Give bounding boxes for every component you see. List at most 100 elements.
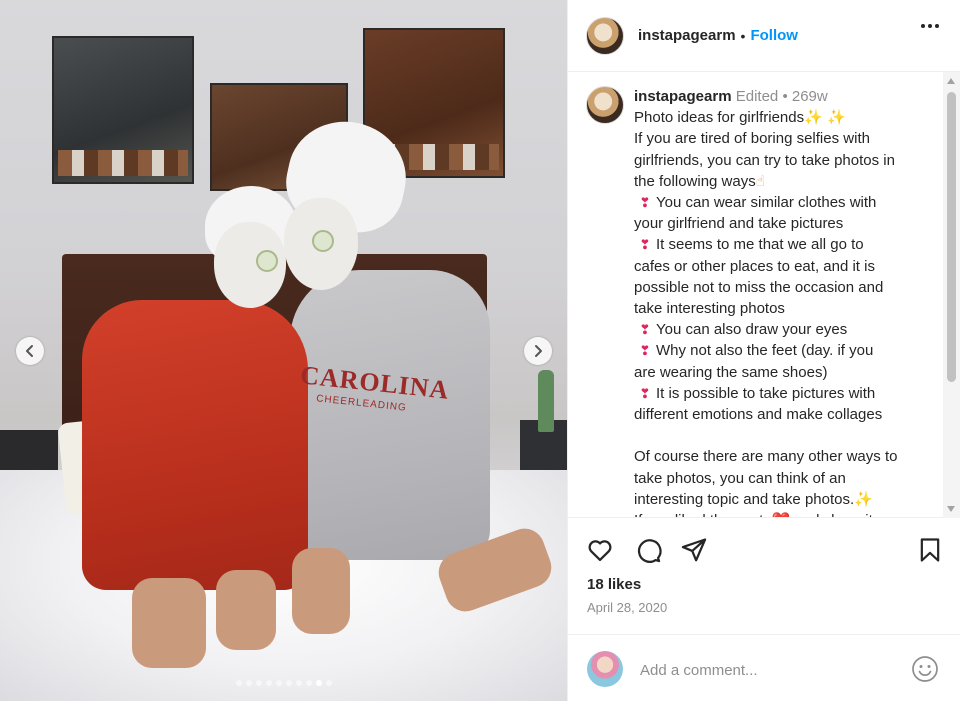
caption-text: cafes or other places to eat, and it is [634, 257, 875, 275]
carousel-dot [315, 680, 322, 686]
comment-input[interactable] [640, 657, 890, 683]
leg [132, 578, 206, 668]
scrollbar-thumb[interactable] [947, 92, 956, 382]
heart-exclamation-icon: ❣ [639, 237, 651, 253]
like-button[interactable] [586, 536, 616, 566]
scroll-down-arrow[interactable] [947, 506, 955, 512]
post-username[interactable]: instapagearm [638, 27, 736, 44]
caption-line: ❣ You can wear similar clothes with [634, 192, 934, 213]
caption-line: your girlfriend and take pictures [634, 213, 934, 234]
carousel-indicator [0, 680, 567, 686]
caption-line: the following ways☝ [634, 171, 934, 192]
post-header: instapagearm • Follow [568, 0, 960, 72]
caption-line [634, 425, 934, 446]
avatar[interactable] [586, 16, 624, 55]
carousel-dot [325, 680, 332, 686]
heart-icon [588, 540, 612, 562]
caption-text: It seems to me that we all go to [656, 236, 864, 254]
carousel-dot [295, 680, 302, 686]
smiley-icon [912, 656, 938, 682]
chevron-right-icon [535, 345, 542, 357]
bookmark-icon [920, 538, 940, 562]
carousel-dot [285, 680, 292, 686]
heart-exclamation-icon: ❣ [639, 322, 651, 338]
caption-text: possible not to miss the occasion and [634, 278, 884, 296]
sparkles-icon: ✨ [854, 490, 873, 508]
caption-line: take interesting photos [634, 298, 934, 319]
cucumber-slice [256, 250, 278, 272]
wall-painting [52, 36, 194, 184]
caption-meta: instapagearm Edited • 269w [634, 86, 934, 107]
caption-text: Why not also the feet (day. if you [656, 342, 874, 360]
caption-line: Of course there are many other ways to [634, 446, 934, 467]
caption-text: If you liked the post, ❤️ and share it [634, 512, 873, 517]
caption-line: are wearing the same shoes) [634, 362, 934, 383]
caption-line: Photo ideas for girlfriends✨ ✨ [634, 107, 934, 128]
cucumber-slice [312, 230, 334, 252]
carousel-dot [245, 680, 252, 686]
caption-line: different emotions and make collages [634, 404, 934, 425]
carousel-dot [235, 680, 242, 686]
carousel-prev-button[interactable] [16, 337, 44, 365]
caption-text: Photo ideas for girlfriends [634, 109, 805, 127]
grey-sweatshirt [290, 270, 490, 560]
heart-exclamation-icon: ❣ [639, 195, 651, 211]
caption-line: take photos, you can think of an [634, 468, 934, 489]
caption-line: possible not to miss the occasion and [634, 277, 934, 298]
edited-label: Edited [735, 88, 779, 105]
caption-line: ❣ It seems to me that we all go to [634, 234, 934, 255]
caption-text: take photos, you can think of an [634, 469, 846, 487]
more-options-button[interactable] [921, 24, 939, 28]
heart-exclamation-icon: ❣ [639, 343, 651, 359]
post-date: April 28, 2020 [587, 600, 668, 615]
save-button[interactable] [916, 536, 946, 566]
carousel-dot [265, 680, 272, 686]
caption-text: are wearing the same shoes) [634, 363, 828, 381]
post-age: 269w [791, 88, 828, 105]
chevron-left-icon [26, 345, 33, 357]
separator-dot: • [740, 27, 746, 44]
follow-button[interactable]: Follow [750, 27, 798, 44]
carousel-next-button[interactable] [524, 337, 552, 365]
caption-scroll-area[interactable]: instapagearm Edited • 269w Photo ideas f… [568, 72, 960, 518]
avatar [587, 651, 623, 687]
caption-scrollbar[interactable] [943, 72, 960, 518]
caption-text: Of course there are many other ways to [634, 448, 898, 466]
leg [216, 570, 276, 650]
carousel-dot [255, 680, 262, 686]
caption-line: ❣ Why not also the feet (day. if you [634, 340, 934, 361]
share-button[interactable] [680, 536, 710, 566]
caption-text: interesting topic and take photos. [634, 490, 855, 508]
caption-line: If you liked the post, ❤️ and share it [634, 510, 934, 517]
caption-line: If you are tired of boring selfies with [634, 128, 934, 149]
comment-icon [637, 539, 662, 563]
caption-text: take interesting photos [634, 300, 785, 318]
caption-line: interesting topic and take photos.✨ [634, 489, 934, 510]
caption-text: If you are tired of boring selfies with [634, 130, 870, 148]
carousel-dot [275, 680, 282, 686]
likes-count[interactable]: 18 likes [587, 576, 641, 593]
caption-line: girlfriends, you can try to take photos … [634, 150, 934, 171]
caption-text: your girlfriend and take pictures [634, 215, 844, 233]
caption-text: You can also draw your eyes [656, 321, 848, 339]
emoji-button[interactable] [911, 655, 939, 683]
avatar[interactable] [586, 86, 624, 124]
heart-exclamation-icon: ❣ [639, 385, 651, 401]
more-horizontal-icon [921, 24, 925, 28]
comment-button[interactable] [634, 536, 664, 566]
share-icon [681, 538, 707, 562]
caption-username[interactable]: instapagearm [634, 88, 732, 105]
scroll-up-arrow[interactable] [947, 78, 955, 84]
caption-text: girlfriends, you can try to take photos … [634, 151, 895, 169]
caption-text [634, 427, 638, 444]
caption-text: You can wear similar clothes with [656, 194, 877, 212]
caption-line: cafes or other places to eat, and it is [634, 256, 934, 277]
caption-line: ❣ You can also draw your eyes [634, 319, 934, 340]
sparkles-icon: ✨ ✨ [804, 109, 846, 127]
pointing-hand-icon: ☝ [755, 172, 765, 190]
caption-body: Photo ideas for girlfriends✨ ✨ If you are… [634, 107, 934, 517]
post-media[interactable]: CAROLINA CHEERLEADING [0, 0, 567, 701]
caption-text: the following ways [634, 172, 756, 190]
caption-text: It is possible to take pictures with [656, 384, 876, 402]
caption: instapagearm Edited • 269w Photo ideas f… [634, 86, 934, 517]
